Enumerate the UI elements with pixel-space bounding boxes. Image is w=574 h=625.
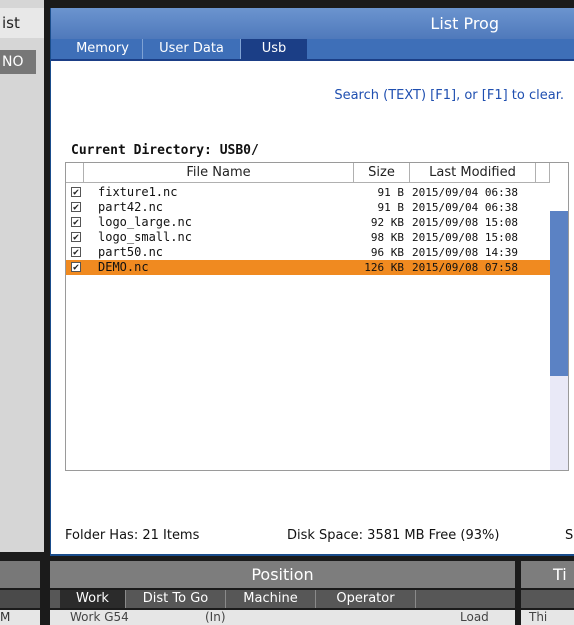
tab-bar: Memory User Data Usb xyxy=(51,39,574,59)
tab-user-data[interactable]: User Data xyxy=(143,39,241,59)
row-checkbox[interactable]: ✔ xyxy=(71,187,81,198)
file-name: logo_small.nc xyxy=(98,230,192,244)
tab-work[interactable]: Work xyxy=(60,590,126,608)
tab-dist-to-go[interactable]: Dist To Go xyxy=(126,590,226,608)
left-panel: ist NO xyxy=(0,0,44,552)
row-checkbox[interactable]: ✔ xyxy=(71,202,81,213)
file-size: 92 KB xyxy=(370,216,404,229)
table-row[interactable]: ✔ fixture1.nc 91 B 2015/09/04 06:38 xyxy=(66,185,550,200)
file-modified: 2015/09/04 06:38 xyxy=(412,201,518,214)
file-table: File Name Size Last Modified ✔ fixture1.… xyxy=(65,162,569,471)
file-name: fixture1.nc xyxy=(98,185,178,199)
file-size: 91 B xyxy=(377,186,405,199)
position-tab-bar: Work Dist To Go Machine Operator xyxy=(50,590,515,608)
disk-space: Disk Space: 3581 MB Free (93%) xyxy=(287,528,500,543)
column-header-size[interactable]: Size xyxy=(354,163,410,183)
table-scrollbar[interactable] xyxy=(550,163,568,470)
left-panel-title: ist xyxy=(0,8,44,38)
search-hint: Search (TEXT) [F1], or [F1] to clear. xyxy=(334,88,564,103)
file-size: 96 KB xyxy=(370,246,404,259)
file-name: part42.nc xyxy=(98,200,164,214)
position-row: Work G54 (In) Load xyxy=(50,610,515,625)
file-name: DEMO.nc xyxy=(98,260,149,274)
file-modified: 2015/09/08 15:08 xyxy=(412,216,518,229)
bottom-left-title xyxy=(0,561,40,588)
file-size: 98 KB xyxy=(370,231,404,244)
right-panel-tab[interactable] xyxy=(521,590,574,608)
file-modified: 2015/09/04 06:38 xyxy=(412,186,518,199)
table-row-selected[interactable]: ✔ DEMO.nc 126 KB 2015/09/08 07:58 xyxy=(66,260,550,275)
column-header-last-modified[interactable]: Last Modified xyxy=(410,163,536,183)
column-header-spacer xyxy=(536,163,550,183)
tab-memory[interactable]: Memory xyxy=(63,39,143,59)
bottom-left-tab[interactable] xyxy=(0,590,40,608)
tab-usb[interactable]: Usb xyxy=(241,39,307,59)
column-header-file-name[interactable]: File Name xyxy=(84,163,354,183)
table-row[interactable]: ✔ logo_large.nc 92 KB 2015/09/08 15:08 xyxy=(66,215,550,230)
bottom-left-row: M xyxy=(0,610,40,625)
row-checkbox[interactable]: ✔ xyxy=(71,247,81,258)
left-panel-tab[interactable]: NO xyxy=(0,50,36,74)
table-row[interactable]: ✔ logo_small.nc 98 KB 2015/09/08 15:08 xyxy=(66,230,550,245)
row-checkbox[interactable]: ✔ xyxy=(71,262,81,273)
file-size: 91 B xyxy=(377,201,405,214)
row-checkbox[interactable]: ✔ xyxy=(71,232,81,243)
bottom-left-panel: M xyxy=(0,561,44,625)
file-modified: 2015/09/08 07:58 xyxy=(412,261,518,274)
tab-operator[interactable]: Operator xyxy=(316,590,416,608)
tab-machine[interactable]: Machine xyxy=(226,590,316,608)
units-label: (In) xyxy=(205,610,226,624)
column-header-check xyxy=(66,163,84,183)
file-name: logo_large.nc xyxy=(98,215,192,229)
scrollbar-track-top xyxy=(550,163,568,211)
file-size: 126 KB xyxy=(364,261,404,274)
table-row[interactable]: ✔ part50.nc 96 KB 2015/09/08 14:39 xyxy=(66,245,550,260)
file-modified: 2015/09/08 14:39 xyxy=(412,246,518,259)
list-prog-window: List Prog Memory User Data Usb Search (T… xyxy=(50,8,574,556)
right-panel-title: Ti xyxy=(521,561,574,588)
table-row[interactable]: ✔ part42.nc 91 B 2015/09/04 06:38 xyxy=(66,200,550,215)
load-label: Load xyxy=(460,610,489,624)
right-panel-row: Thi xyxy=(521,610,574,625)
work-offset-label: Work G54 xyxy=(70,610,129,624)
file-name: part50.nc xyxy=(98,245,164,259)
current-directory: Current Directory: USB0/ xyxy=(71,143,259,158)
position-title: Position xyxy=(50,561,515,588)
row-checkbox[interactable]: ✔ xyxy=(71,217,81,228)
file-rows: ✔ fixture1.nc 91 B 2015/09/04 06:38 ✔ pa… xyxy=(66,185,550,275)
file-modified: 2015/09/08 15:08 xyxy=(412,231,518,244)
folder-item-count: Folder Has: 21 Items xyxy=(65,528,200,543)
tab-underline xyxy=(51,59,574,61)
position-panel: Position Work Dist To Go Machine Operato… xyxy=(50,561,515,625)
status-cut-text: S xyxy=(565,528,574,543)
window-title: List Prog xyxy=(51,8,574,39)
right-panel: Ti Thi xyxy=(521,561,574,625)
